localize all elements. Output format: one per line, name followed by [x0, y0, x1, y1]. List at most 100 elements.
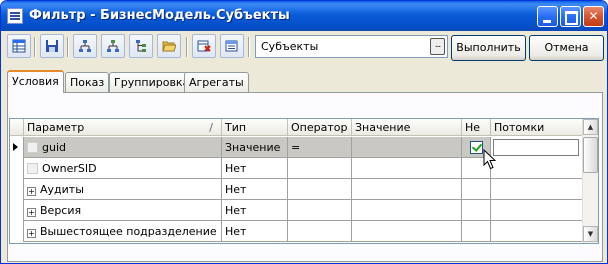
scroll-thumb[interactable] — [583, 137, 598, 173]
cell-operator[interactable]: = — [288, 137, 352, 158]
toolbar-separator — [186, 37, 187, 57]
grid-icon — [12, 39, 26, 53]
table-row[interactable]: + Аудиты Нет — [10, 179, 584, 200]
sort-indicator-icon: / — [209, 121, 213, 134]
column-header-operator[interactable]: Оператор — [288, 119, 352, 136]
tab-conditions[interactable]: Условия — [7, 70, 64, 93]
vertical-scrollbar[interactable]: ▲ ▼ — [582, 119, 598, 243]
cell-descendants[interactable] — [491, 137, 584, 158]
tree-alt-icon — [107, 40, 119, 52]
cell-type[interactable]: Значение — [222, 137, 288, 158]
grid-header: Параметр / Тип Оператор Значение Не Пото… — [10, 119, 584, 136]
window-icon — [7, 8, 23, 24]
folder-open-icon — [162, 41, 176, 52]
delete-button[interactable] — [192, 34, 216, 58]
cell-parameter[interactable]: guid — [24, 137, 222, 158]
column-header-type[interactable]: Тип — [222, 119, 288, 136]
tab-grouping[interactable]: Группировка — [109, 72, 195, 92]
cell-operator[interactable] — [288, 179, 352, 200]
cell-descendants[interactable] — [491, 179, 584, 200]
toolbar: Субъекты ... Выполнить Отмена — [5, 32, 605, 63]
cell-descendants[interactable] — [491, 158, 584, 179]
column-header-descendants[interactable]: Потомки — [491, 119, 584, 136]
cancel-button[interactable]: Отмена — [529, 35, 604, 61]
table-row[interactable]: + Вышестоящее подразделение Нет — [10, 221, 584, 242]
cell-type[interactable]: Нет — [222, 158, 288, 179]
cell-not[interactable] — [462, 179, 491, 200]
cell-operator[interactable] — [288, 221, 352, 242]
window-title: Фильтр - БизнесМодель.Субъекты — [29, 8, 290, 23]
column-header-parameter[interactable]: Параметр / — [24, 119, 222, 136]
row-header[interactable] — [10, 221, 24, 242]
row-header[interactable] — [10, 137, 24, 158]
delete-icon — [197, 40, 211, 52]
cell-parameter[interactable]: + Версия — [24, 200, 222, 221]
toolbar-separator — [248, 37, 249, 57]
row-header[interactable] — [10, 158, 24, 179]
cell-parameter[interactable]: + Аудиты — [24, 179, 222, 200]
cell-type[interactable]: Нет — [222, 179, 288, 200]
scroll-down-button[interactable]: ▼ — [583, 226, 598, 242]
title-bar[interactable]: Фильтр - БизнесМодель.Субъекты ✕ — [1, 1, 607, 31]
not-checkbox[interactable] — [470, 141, 483, 154]
cell-operator[interactable] — [288, 200, 352, 221]
parameter-name: guid — [42, 141, 66, 154]
cell-type[interactable]: Нет — [222, 221, 288, 242]
parameter-name: Вышестоящее подразделение — [40, 225, 217, 238]
tab-display[interactable]: Показ — [65, 72, 110, 92]
mouse-pointer-icon — [483, 149, 497, 170]
save-icon — [46, 40, 58, 52]
filter-window: Фильтр - БизнесМодель.Субъекты ✕ Субъект… — [0, 0, 608, 264]
tree-alt-button[interactable] — [101, 34, 125, 58]
minimize-button[interactable] — [537, 6, 558, 27]
save-button[interactable] — [40, 34, 64, 58]
table-row[interactable]: + Версия Нет — [10, 200, 584, 221]
cell-type[interactable]: Нет — [222, 200, 288, 221]
cell-descendants[interactable] — [491, 200, 584, 221]
toolbar-separator — [34, 37, 35, 57]
cell-not[interactable] — [462, 221, 491, 242]
cell-value[interactable] — [352, 179, 462, 200]
cell-operator[interactable] — [288, 158, 352, 179]
hierarchy-icon — [136, 40, 146, 52]
cell-parameter[interactable]: OwnerSID — [24, 158, 222, 179]
properties-button[interactable] — [220, 34, 244, 58]
table-row[interactable]: OwnerSID Нет — [10, 158, 584, 179]
properties-icon — [225, 40, 238, 52]
cell-value[interactable] — [352, 221, 462, 242]
column-header-not[interactable]: Не — [462, 119, 491, 136]
current-row-icon — [13, 143, 18, 151]
expand-icon[interactable]: + — [27, 208, 36, 217]
parameter-name: Версия — [40, 204, 82, 217]
row-header[interactable] — [10, 200, 24, 221]
close-button[interactable]: ✕ — [583, 6, 604, 27]
leaf-icon — [27, 163, 38, 174]
tree-button[interactable] — [73, 34, 97, 58]
expand-icon[interactable]: + — [27, 187, 36, 196]
cell-parameter[interactable]: + Вышестоящее подразделение — [24, 221, 222, 242]
browse-button[interactable]: ... — [430, 38, 445, 55]
execute-button[interactable]: Выполнить — [451, 35, 526, 61]
row-header-corner — [10, 119, 24, 136]
leaf-icon — [27, 142, 38, 153]
cell-value[interactable] — [352, 137, 462, 158]
row-header[interactable] — [10, 179, 24, 200]
column-header-parameter-label: Параметр — [27, 121, 85, 134]
hierarchy-button[interactable] — [129, 34, 153, 58]
cell-value[interactable] — [352, 200, 462, 221]
expand-icon[interactable]: + — [27, 229, 36, 238]
tree-icon — [79, 40, 91, 52]
maximize-button[interactable] — [560, 6, 581, 27]
column-header-value[interactable]: Значение — [352, 119, 462, 136]
cell-value[interactable] — [352, 158, 462, 179]
grid-view-button[interactable] — [7, 34, 31, 58]
cell-descendants[interactable] — [491, 221, 584, 242]
scroll-up-button[interactable]: ▲ — [583, 119, 598, 135]
cell-not[interactable] — [462, 200, 491, 221]
descendants-input[interactable] — [493, 139, 579, 156]
tab-aggregates[interactable]: Агрегаты — [184, 72, 249, 92]
open-button[interactable] — [157, 34, 181, 58]
object-selector-combo[interactable]: Субъекты ... — [255, 35, 448, 58]
object-selector-value: Субъекты — [261, 40, 319, 53]
table-row[interactable]: guid Значение = — [10, 137, 584, 158]
